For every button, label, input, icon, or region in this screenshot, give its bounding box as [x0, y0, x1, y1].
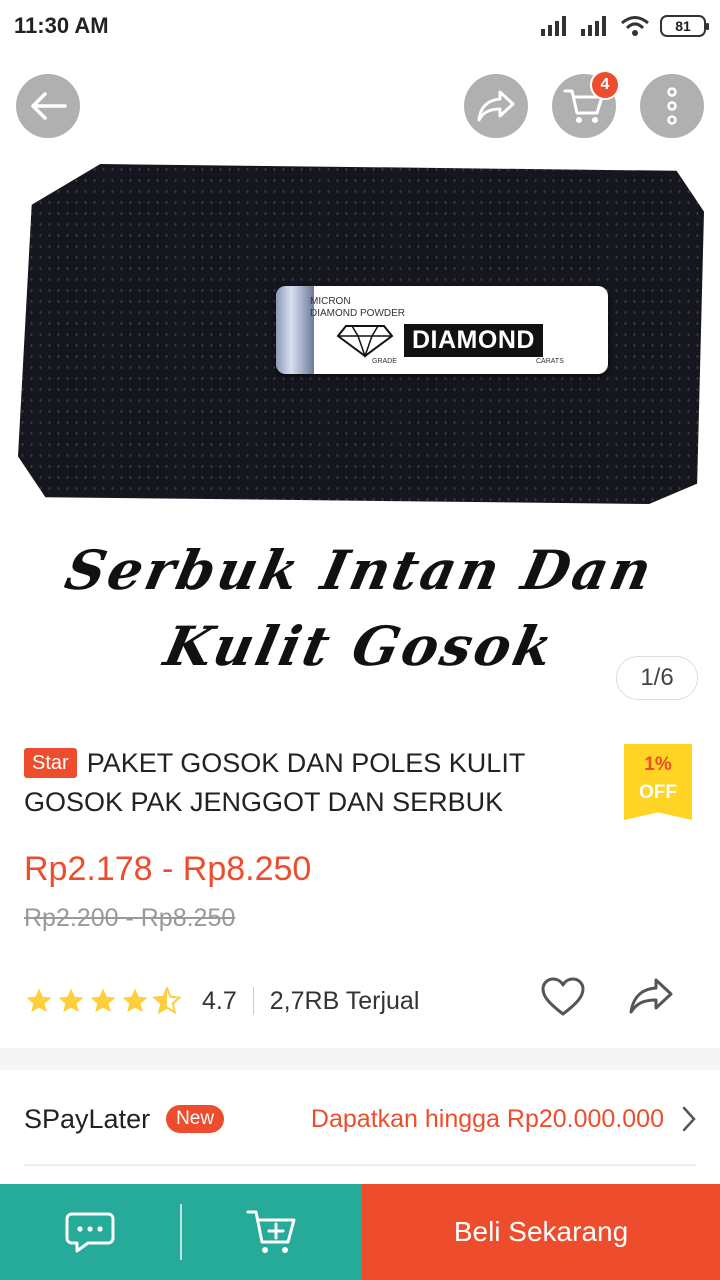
section-separator	[0, 1048, 720, 1070]
cart-button[interactable]: 4	[552, 70, 620, 138]
add-cart-icon	[246, 1210, 296, 1253]
status-time: 11:30 AM	[14, 13, 109, 38]
more-vertical-icon	[667, 87, 677, 125]
share-product-button[interactable]	[628, 976, 674, 1021]
spaylater-label: SPayLater	[24, 1103, 151, 1134]
image-caption: Serbuk Intan Dan	[59, 538, 661, 602]
signal-icon	[581, 16, 606, 36]
divider	[24, 1164, 696, 1166]
image-caption: Kulit Gosok	[158, 614, 562, 678]
product-title: Star PAKET GOSOK DAN POLES KULIT GOSOK PA…	[24, 744, 604, 822]
signal-icon	[541, 16, 566, 36]
arrow-left-icon	[31, 92, 67, 120]
favorite-button[interactable]	[540, 976, 586, 1023]
status-icons: 81	[540, 15, 709, 37]
star-icon	[58, 988, 84, 1013]
more-options-button[interactable]	[640, 74, 704, 138]
bottom-action-bar: Beli Sekarang	[0, 1184, 720, 1280]
diamond-icon	[336, 325, 394, 358]
image-counter: 1/6	[616, 656, 698, 700]
spaylater-row[interactable]: SPayLater New Dapatkan hingga Rp20.000.0…	[0, 1072, 720, 1166]
share-button[interactable]	[464, 74, 528, 138]
new-badge: New	[166, 1105, 225, 1133]
share-icon	[629, 978, 673, 1014]
heart-icon	[541, 977, 585, 1016]
star-icon	[122, 988, 148, 1013]
chat-button[interactable]	[0, 1184, 180, 1280]
rating-row: 4.7 2,7RB Terjual	[24, 976, 704, 1024]
sold-count: 2,7RB Terjual	[269, 986, 420, 1015]
rating-value: 4.7	[202, 986, 237, 1015]
status-bar: 11:30 AM 81	[0, 0, 720, 52]
divider	[180, 1204, 182, 1260]
star-seller-badge: Star	[24, 748, 77, 778]
star-icon	[26, 988, 52, 1013]
share-icon	[477, 90, 515, 122]
half-star-icon	[152, 986, 182, 1015]
spaylater-offer: Dapatkan hingga Rp20.000.000	[310, 1104, 664, 1133]
diamond-powder-tube-image: MICRON DIAMOND POWDER DIAMOND GRADE CARA…	[276, 286, 608, 374]
star-icon	[90, 988, 116, 1013]
buy-now-button[interactable]: Beli Sekarang	[362, 1184, 720, 1280]
battery-icon: 81	[660, 15, 709, 37]
product-title-text: PAKET GOSOK DAN POLES KULIT GOSOK PAK JE…	[24, 748, 525, 817]
rating-stars	[24, 986, 182, 1016]
back-button[interactable]	[16, 74, 80, 138]
discount-tag: 1% OFF	[624, 744, 692, 820]
chat-icon	[65, 1212, 115, 1253]
chevron-right-icon	[682, 1106, 696, 1132]
cart-count-badge: 4	[590, 70, 620, 100]
add-to-cart-button[interactable]	[181, 1184, 362, 1280]
original-price: Rp2.200 - Rp8.250	[24, 904, 236, 932]
price: Rp2.178 - Rp8.250	[24, 850, 312, 888]
divider	[252, 987, 254, 1015]
wifi-icon	[621, 16, 649, 36]
